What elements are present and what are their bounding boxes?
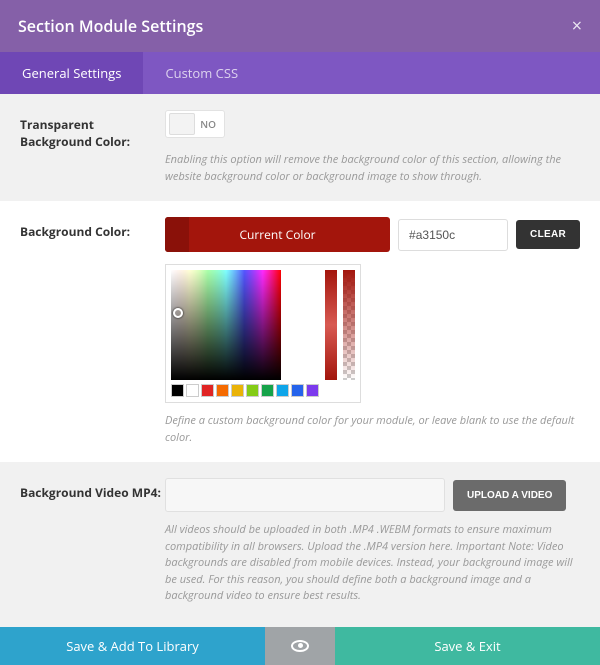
tab-general[interactable]: General Settings xyxy=(0,52,143,94)
swatch[interactable] xyxy=(171,384,184,397)
preview-button[interactable] xyxy=(265,627,335,665)
transparent-bg-section: Transparent Background Color: NO Enablin… xyxy=(0,94,600,201)
save-exit-button[interactable]: Save & Exit xyxy=(335,627,600,665)
hue-slider[interactable] xyxy=(325,270,337,380)
swatch[interactable] xyxy=(231,384,244,397)
clear-button[interactable]: CLEAR xyxy=(516,220,580,249)
swatch[interactable] xyxy=(291,384,304,397)
transparent-bg-label: Transparent Background Color: xyxy=(20,110,165,150)
swatch-row xyxy=(171,384,319,397)
bg-video-label: Background Video MP4: xyxy=(20,478,165,501)
bg-video-section: Background Video MP4: UPLOAD A VIDEO All… xyxy=(0,462,600,627)
swatch[interactable] xyxy=(201,384,214,397)
swatch[interactable] xyxy=(246,384,259,397)
toggle-knob xyxy=(169,113,195,135)
spectrum-cursor[interactable] xyxy=(173,308,183,318)
color-picker xyxy=(165,264,361,403)
swatch[interactable] xyxy=(306,384,319,397)
bg-color-help: Define a custom background color for you… xyxy=(165,413,580,446)
current-color-label: Current Color xyxy=(239,226,315,243)
swatch[interactable] xyxy=(261,384,274,397)
bg-video-input[interactable] xyxy=(165,478,445,512)
eye-icon xyxy=(291,640,309,652)
alpha-slider[interactable] xyxy=(343,270,355,380)
upload-video-button[interactable]: UPLOAD A VIDEO xyxy=(453,480,566,511)
bg-video-help: All videos should be uploaded in both .M… xyxy=(165,522,580,605)
spectrum-area[interactable] xyxy=(171,270,281,380)
save-add-library-button[interactable]: Save & Add To Library xyxy=(0,627,265,665)
swatch[interactable] xyxy=(186,384,199,397)
swatch[interactable] xyxy=(216,384,229,397)
modal-title: Section Module Settings xyxy=(18,15,203,37)
bg-color-label: Background Color: xyxy=(20,217,165,240)
swatch[interactable] xyxy=(276,384,289,397)
tab-custom-css[interactable]: Custom CSS xyxy=(143,52,260,94)
transparent-bg-toggle[interactable]: NO xyxy=(165,110,225,138)
toggle-state: NO xyxy=(200,117,216,131)
current-color-bar[interactable]: Current Color xyxy=(165,217,390,252)
modal-footer: Save & Add To Library Save & Exit xyxy=(0,627,600,665)
close-icon[interactable]: × xyxy=(572,14,582,38)
transparent-bg-help: Enabling this option will remove the bac… xyxy=(165,152,580,185)
bg-color-section: Background Color: Current Color CLEAR xyxy=(0,201,600,462)
modal-header: Section Module Settings × xyxy=(0,0,600,52)
hex-input[interactable] xyxy=(398,219,508,251)
tabs: General Settings Custom CSS xyxy=(0,52,600,94)
